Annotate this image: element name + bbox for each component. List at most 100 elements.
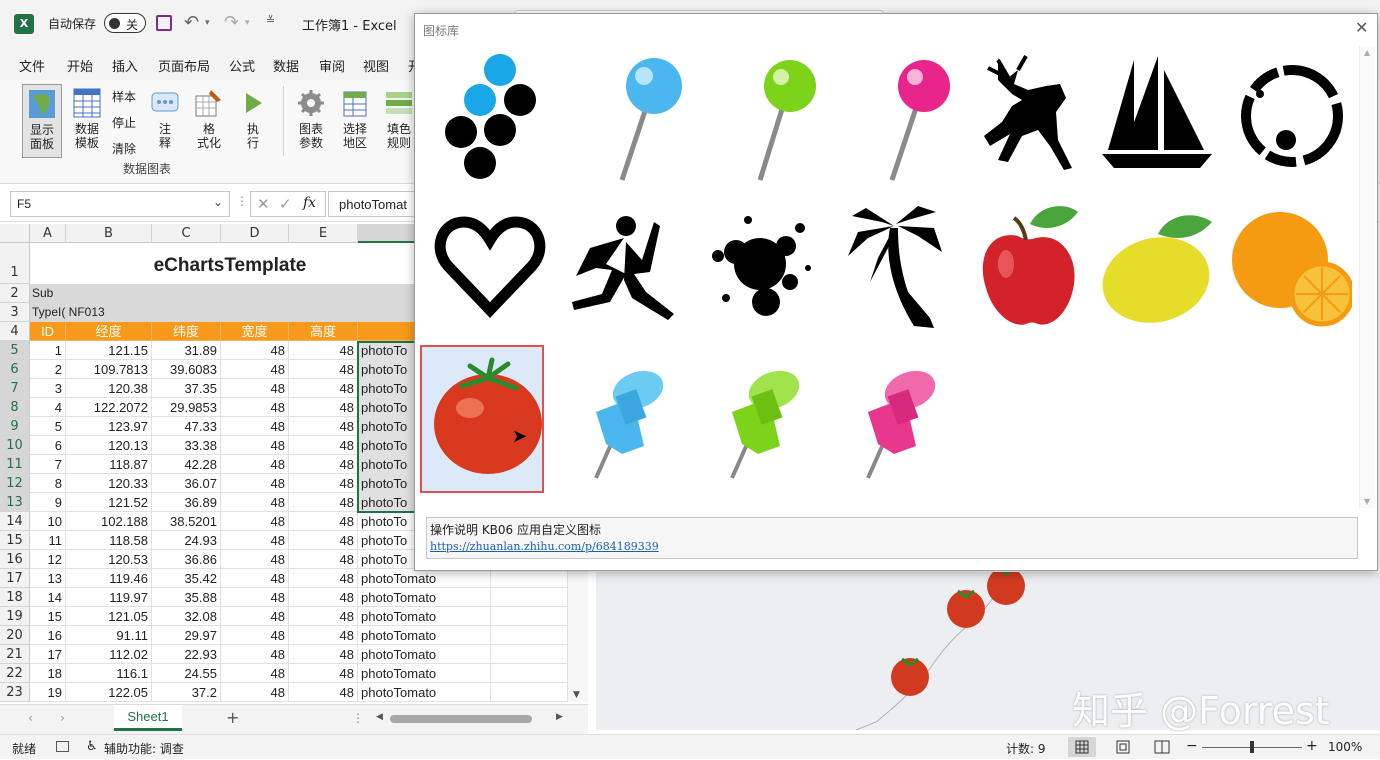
table-cell[interactable]: 48 xyxy=(289,607,358,626)
header-cell[interactable]: ID xyxy=(30,322,66,341)
icon-tile-blue-pin[interactable] xyxy=(568,50,692,190)
table-cell[interactable]: 120.33 xyxy=(66,474,152,493)
info-link[interactable]: https://zhuanlan.zhihu.com/p/684189339 xyxy=(430,540,1354,553)
stop-button[interactable]: 停止 xyxy=(112,114,136,131)
select-all-corner[interactable] xyxy=(0,224,30,243)
table-cell[interactable]: 48 xyxy=(221,360,289,379)
row-header[interactable]: 1 xyxy=(0,243,30,284)
icon-tile-lemon[interactable] xyxy=(1098,198,1222,338)
next-sheet-icon[interactable]: › xyxy=(60,711,65,725)
table-cell[interactable]: 48 xyxy=(289,512,358,531)
table-cell[interactable]: 121.52 xyxy=(66,493,152,512)
customize-toolbar-icon[interactable]: ≚ xyxy=(266,14,275,27)
chart-params-button[interactable]: 图表 参数 xyxy=(294,88,328,150)
table-cell[interactable]: 48 xyxy=(221,455,289,474)
table-cell-icon[interactable]: photoTomato xyxy=(358,626,491,645)
table-cell[interactable]: 13 xyxy=(30,569,66,588)
table-cell[interactable]: 48 xyxy=(289,683,358,702)
table-cell[interactable]: 121.05 xyxy=(66,607,152,626)
row-header[interactable]: 11 xyxy=(0,455,30,474)
table-cell[interactable]: 48 xyxy=(289,645,358,664)
row-header[interactable]: 12 xyxy=(0,474,30,493)
close-icon[interactable]: ✕ xyxy=(1355,18,1368,37)
table-cell[interactable]: 122.2072 xyxy=(66,398,152,417)
table-cell[interactable]: 48 xyxy=(289,341,358,360)
table-cell[interactable]: 11 xyxy=(30,531,66,550)
fill-rules-button[interactable]: 填色 规则 xyxy=(382,88,416,150)
table-cell[interactable]: 48 xyxy=(289,531,358,550)
table-cell[interactable]: 31.89 xyxy=(152,341,221,360)
header-cell[interactable]: 纬度 xyxy=(152,322,221,341)
scroll-down-icon[interactable]: ▼ xyxy=(1364,497,1370,506)
icon-tile-green-pin[interactable] xyxy=(706,50,830,190)
table-cell[interactable]: 48 xyxy=(221,626,289,645)
tab-home[interactable]: 开始 xyxy=(67,56,93,75)
table-cell[interactable]: 48 xyxy=(221,417,289,436)
zoom-level[interactable]: 100% xyxy=(1328,740,1362,754)
table-cell[interactable]: 36.07 xyxy=(152,474,221,493)
page-layout-icon[interactable] xyxy=(1116,740,1130,754)
row-header[interactable]: 23 xyxy=(0,683,30,702)
icon-tile-ink-splat[interactable] xyxy=(700,198,824,338)
table-cell[interactable]: 119.97 xyxy=(66,588,152,607)
icon-tile-tomato[interactable] xyxy=(422,350,546,490)
chart-area[interactable]: 知乎 @Forrest xyxy=(596,566,1380,733)
save-icon[interactable] xyxy=(156,15,172,31)
table-cell-icon[interactable]: photoTomato xyxy=(358,569,491,588)
table-cell[interactable] xyxy=(491,607,568,626)
tab-file[interactable]: 文件 xyxy=(19,56,45,75)
table-cell[interactable]: 36.89 xyxy=(152,493,221,512)
tab-formulas[interactable]: 公式 xyxy=(229,56,255,75)
add-sheet-button[interactable]: + xyxy=(226,708,239,727)
icon-tile-green-pushpin[interactable] xyxy=(702,350,826,490)
icon-tile-pink-pin[interactable] xyxy=(844,50,968,190)
table-cell[interactable]: 4 xyxy=(30,398,66,417)
table-cell[interactable]: 48 xyxy=(289,360,358,379)
table-cell[interactable]: 16 xyxy=(30,626,66,645)
table-cell[interactable]: 10 xyxy=(30,512,66,531)
table-cell[interactable]: 120.13 xyxy=(66,436,152,455)
row-header[interactable]: 6 xyxy=(0,360,30,379)
accessibility-icon[interactable]: ♿ xyxy=(86,739,98,754)
table-cell-icon[interactable]: photoTomato xyxy=(358,664,491,683)
macro-record-icon[interactable] xyxy=(56,741,69,752)
table-cell[interactable]: 48 xyxy=(289,474,358,493)
row-header[interactable]: 22 xyxy=(0,664,30,683)
table-cell[interactable]: 32.08 xyxy=(152,607,221,626)
table-cell[interactable]: 5 xyxy=(30,417,66,436)
confirm-icon[interactable]: ✓ xyxy=(279,195,292,213)
icon-tile-heart[interactable] xyxy=(428,198,552,338)
table-cell[interactable]: 48 xyxy=(221,645,289,664)
zoom-out-button[interactable]: − xyxy=(1186,738,1198,754)
table-cell[interactable]: 48 xyxy=(289,588,358,607)
table-cell[interactable]: 112.02 xyxy=(66,645,152,664)
annotation-button[interactable]: 注 释 xyxy=(148,88,182,150)
table-cell[interactable]: 1 xyxy=(30,341,66,360)
tab-review[interactable]: 审阅 xyxy=(319,56,345,75)
table-cell[interactable]: 48 xyxy=(221,588,289,607)
table-cell[interactable]: 36.86 xyxy=(152,550,221,569)
table-cell[interactable]: 48 xyxy=(289,664,358,683)
row-header[interactable]: 9 xyxy=(0,417,30,436)
row-header[interactable]: 19 xyxy=(0,607,30,626)
table-cell[interactable]: 48 xyxy=(221,398,289,417)
table-cell[interactable]: 123.97 xyxy=(66,417,152,436)
row-header[interactable]: 17 xyxy=(0,569,30,588)
row-header[interactable]: 7 xyxy=(0,379,30,398)
table-cell[interactable]: 48 xyxy=(221,569,289,588)
table-cell[interactable]: 48 xyxy=(221,607,289,626)
function-icon[interactable]: fx xyxy=(303,195,316,211)
horizontal-scroll-thumb[interactable] xyxy=(390,715,532,723)
table-cell[interactable]: 48 xyxy=(289,626,358,645)
table-cell[interactable]: 19 xyxy=(30,683,66,702)
row-header[interactable]: 15 xyxy=(0,531,30,550)
table-cell[interactable]: 48 xyxy=(221,531,289,550)
icon-tile-apple[interactable] xyxy=(970,198,1094,338)
table-cell[interactable]: 22.93 xyxy=(152,645,221,664)
table-cell[interactable]: 2 xyxy=(30,360,66,379)
table-cell[interactable]: 48 xyxy=(221,341,289,360)
col-header-b[interactable]: B xyxy=(66,224,152,243)
data-template-button[interactable]: 数据 模板 xyxy=(70,88,104,150)
table-cell[interactable] xyxy=(491,645,568,664)
table-cell[interactable]: 109.7813 xyxy=(66,360,152,379)
